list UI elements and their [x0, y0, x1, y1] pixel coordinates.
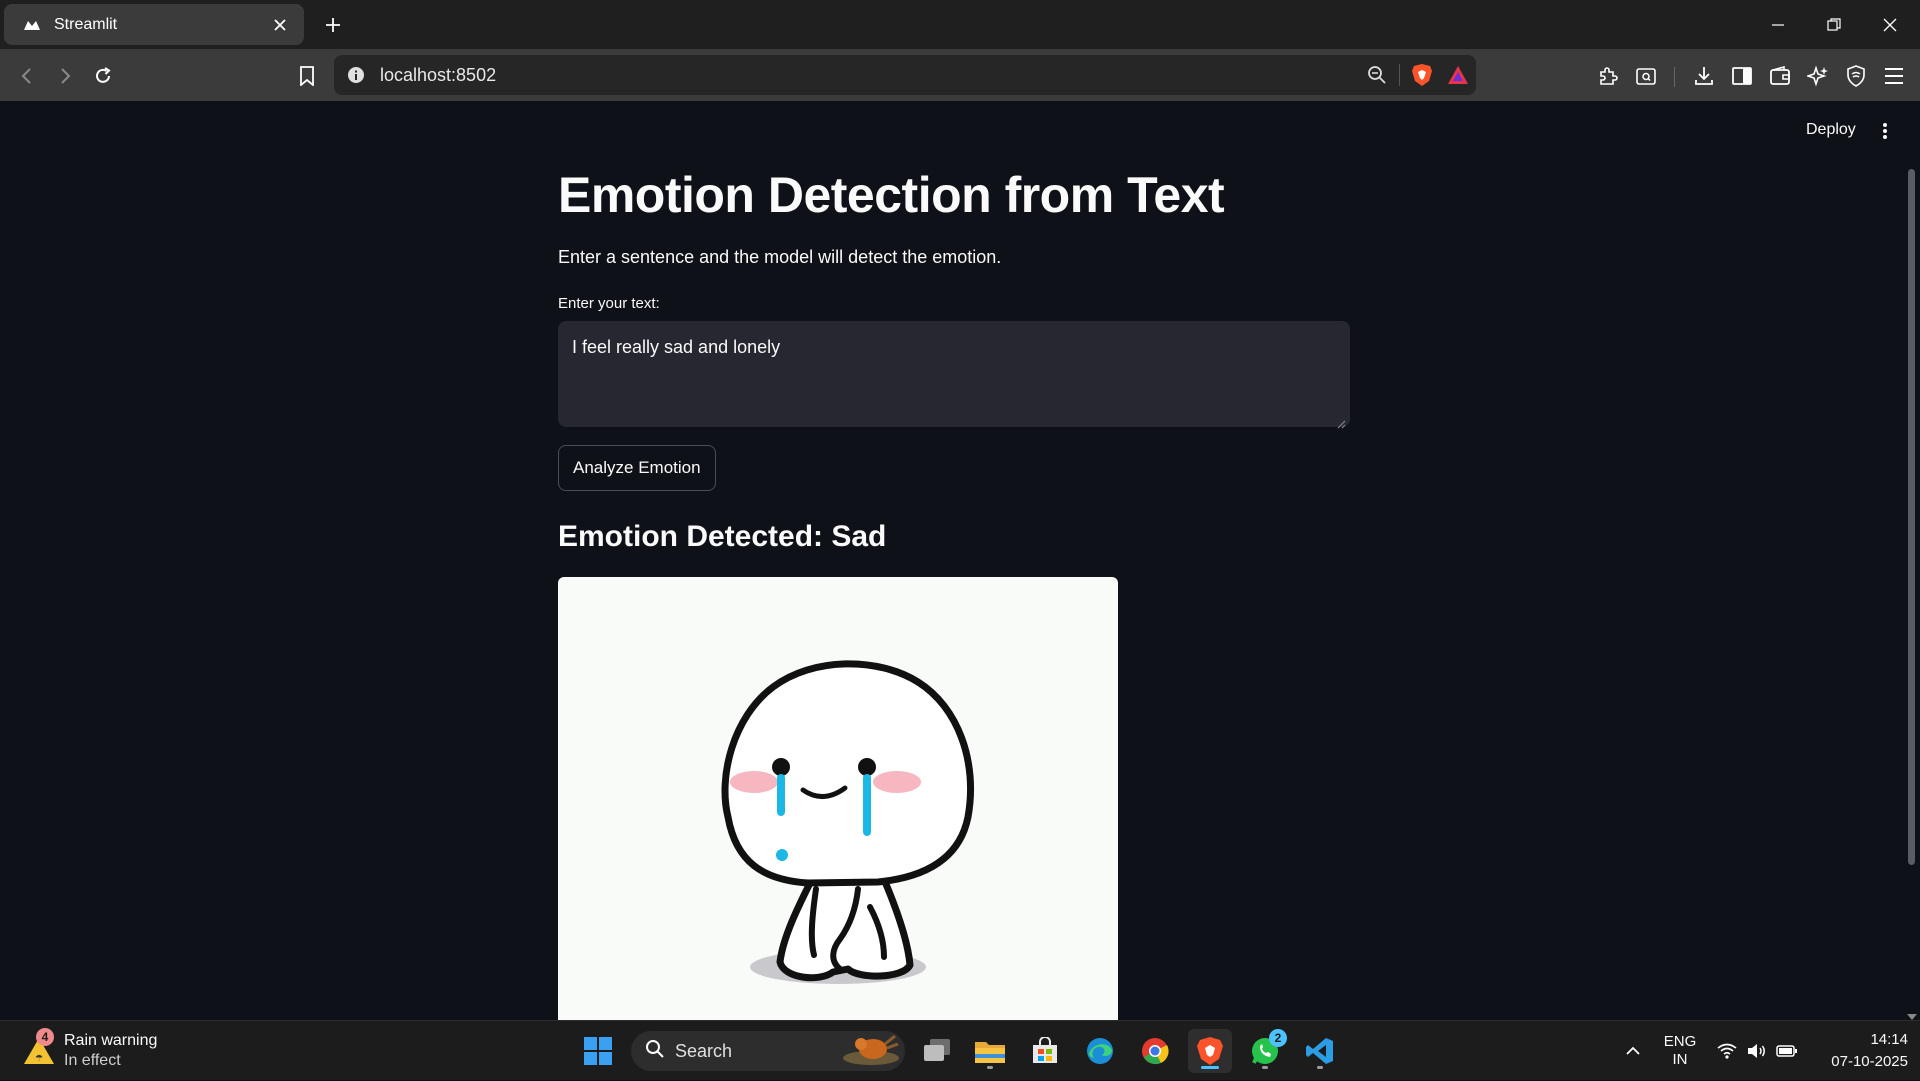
download-icon[interactable] [1687, 59, 1721, 93]
resize-handle-icon[interactable] [1336, 413, 1346, 429]
show-hidden-icons-icon[interactable] [1618, 1021, 1648, 1081]
browser-tab[interactable]: Streamlit [4, 4, 304, 45]
clock-date: 07-10-2025 [1831, 1053, 1908, 1070]
toolbar-divider [1674, 67, 1675, 87]
svg-text:☂: ☂ [35, 1053, 43, 1063]
brave-shields-icon[interactable] [1404, 57, 1440, 93]
whatsapp-badge: 2 [1269, 1029, 1287, 1047]
sad-crying-cartoon-icon [721, 660, 975, 984]
page-scrollbar[interactable] [1908, 169, 1915, 865]
site-info-icon[interactable] [346, 65, 366, 85]
brave-rewards-icon[interactable] [1440, 57, 1476, 93]
url-text[interactable]: localhost:8502 [380, 65, 1359, 86]
active-indicator [1201, 1066, 1219, 1069]
analyze-emotion-button[interactable]: Analyze Emotion [558, 445, 716, 491]
forward-icon[interactable] [48, 59, 82, 93]
leo-ai-icon[interactable] [1801, 59, 1835, 93]
whatsapp-icon[interactable]: 2 [1243, 1029, 1287, 1073]
browser-tab-bar: Streamlit [0, 0, 1920, 49]
streamlit-favicon-icon [22, 15, 42, 35]
weather-alert-badge: 4 [36, 1028, 54, 1046]
close-window-icon[interactable] [1862, 0, 1918, 49]
search-highlight-icon [841, 1032, 901, 1071]
brave-taskbar-icon[interactable] [1188, 1029, 1232, 1073]
sidebar-icon[interactable] [1725, 59, 1759, 93]
volume-icon[interactable] [1744, 1021, 1770, 1081]
app-menu-icon[interactable] [1870, 117, 1900, 145]
running-indicator [1317, 1066, 1323, 1069]
text-input-value: I feel really sad and lonely [572, 337, 781, 357]
edge-icon[interactable] [1078, 1029, 1122, 1073]
file-explorer-icon[interactable] [968, 1029, 1012, 1073]
new-tab-icon[interactable] [318, 10, 348, 40]
weather-subtitle: In effect [64, 1052, 121, 1069]
battery-icon[interactable] [1774, 1021, 1800, 1081]
address-bar[interactable]: localhost:8502 [334, 55, 1476, 95]
text-input-area[interactable]: I feel really sad and lonely [558, 321, 1350, 429]
language-text: ENG [1663, 1033, 1697, 1050]
weather-widget[interactable]: ☂ 4 Rain warning In effect [22, 1027, 157, 1075]
system-clock[interactable]: 14:14 07-10-2025 [1800, 1029, 1908, 1073]
screenshot-search-icon[interactable] [1629, 59, 1663, 93]
taskbar-search[interactable]: Search [631, 1031, 905, 1071]
weather-title: Rain warning [64, 1032, 158, 1049]
browser-toolbar: localhost:8502 [0, 49, 1920, 101]
menu-icon[interactable] [1877, 59, 1911, 93]
task-view-icon[interactable] [915, 1029, 959, 1073]
warning-icon: ☂ 4 [22, 1028, 56, 1068]
windows-start-icon[interactable] [576, 1029, 620, 1073]
language-indicator[interactable]: ENG IN [1660, 1021, 1700, 1081]
scroll-down-icon[interactable] [1906, 1009, 1918, 1020]
bookmark-icon[interactable] [290, 59, 324, 93]
emotion-result-heading: Emotion Detected: Sad [558, 520, 887, 553]
minimize-icon[interactable] [1750, 0, 1806, 49]
reload-icon[interactable] [86, 59, 120, 93]
page-description: Enter a sentence and the model will dete… [558, 247, 1002, 267]
running-indicator [987, 1066, 993, 1069]
vpn-icon[interactable] [1839, 59, 1873, 93]
running-indicator [1262, 1066, 1268, 1069]
search-label: Search [675, 1040, 733, 1061]
tab-title: Streamlit [54, 15, 118, 33]
windows-taskbar: ☂ 4 Rain warning In effect Search 2 ENG … [0, 1020, 1920, 1080]
chrome-icon[interactable] [1133, 1029, 1177, 1073]
page-title: Emotion Detection from Text [558, 167, 1225, 223]
deploy-button[interactable]: Deploy [1796, 117, 1866, 143]
emotion-image [558, 577, 1118, 1020]
text-input-label: Enter your text: [558, 295, 660, 312]
wifi-icon[interactable] [1714, 1021, 1740, 1081]
search-icon [645, 1039, 665, 1064]
clock-time: 14:14 [1870, 1031, 1908, 1048]
wallet-icon[interactable] [1763, 59, 1797, 93]
region-text: IN [1672, 1051, 1688, 1068]
back-icon[interactable] [10, 59, 44, 93]
vscode-icon[interactable] [1298, 1029, 1342, 1073]
restore-icon[interactable] [1806, 0, 1862, 49]
extensions-icon[interactable] [1591, 59, 1625, 93]
close-tab-icon[interactable] [268, 13, 292, 37]
zoom-icon[interactable] [1359, 57, 1395, 93]
streamlit-app-page: Deploy Emotion Detection from Text Enter… [0, 101, 1920, 1020]
microsoft-store-icon[interactable] [1023, 1029, 1067, 1073]
omnibox-divider [1399, 64, 1400, 86]
